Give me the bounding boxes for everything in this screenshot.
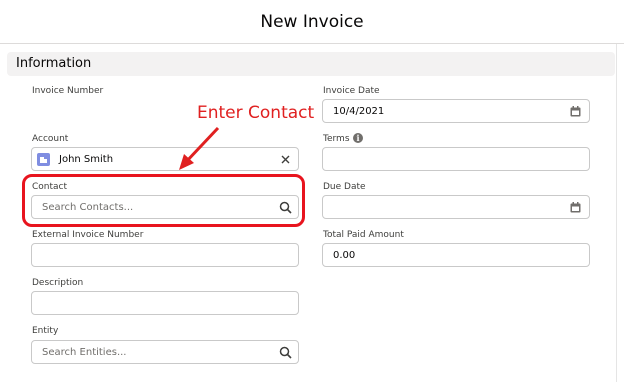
invoice-date-value: 10/4/2021 [333,106,385,117]
terms-label: Terms [323,134,350,144]
account-icon [37,153,50,166]
due-date-input[interactable] [322,195,590,219]
external-invoice-number-input[interactable] [31,243,299,267]
entity-placeholder: Search Entities... [42,347,127,358]
terms-input[interactable] [322,147,590,171]
close-icon[interactable] [281,155,290,164]
account-label: Account [32,134,69,144]
modal-title: New Invoice [260,12,364,32]
entity-label: Entity [32,326,59,336]
section-header-information[interactable]: Information [7,52,615,76]
calendar-icon[interactable] [570,202,581,213]
total-paid-amount-label: Total Paid Amount [323,230,404,240]
search-icon[interactable] [279,346,292,359]
total-paid-amount-input[interactable]: 0.00 [322,243,590,267]
section-title: Information [16,56,92,71]
info-icon[interactable]: i [353,133,363,143]
external-invoice-number-label: External Invoice Number [32,230,144,240]
description-label: Description [32,278,84,288]
account-value: John Smith [59,154,114,165]
annotation-highlight [22,174,305,227]
invoice-date-label: Invoice Date [323,86,380,96]
invoice-date-input[interactable]: 10/4/2021 [322,99,590,123]
entity-search-input[interactable]: Search Entities... [31,340,299,364]
calendar-icon[interactable] [570,106,581,117]
scrollbar-track[interactable] [616,44,624,382]
total-paid-amount-value: 0.00 [333,250,356,261]
due-date-label: Due Date [323,182,366,192]
annotation-text: Enter Contact [197,103,315,123]
description-input[interactable] [31,291,299,315]
account-field[interactable]: John Smith [31,147,299,171]
invoice-number-label: Invoice Number [32,86,104,96]
annotation-arrow-icon [179,126,220,170]
modal-header: New Invoice [0,0,624,44]
